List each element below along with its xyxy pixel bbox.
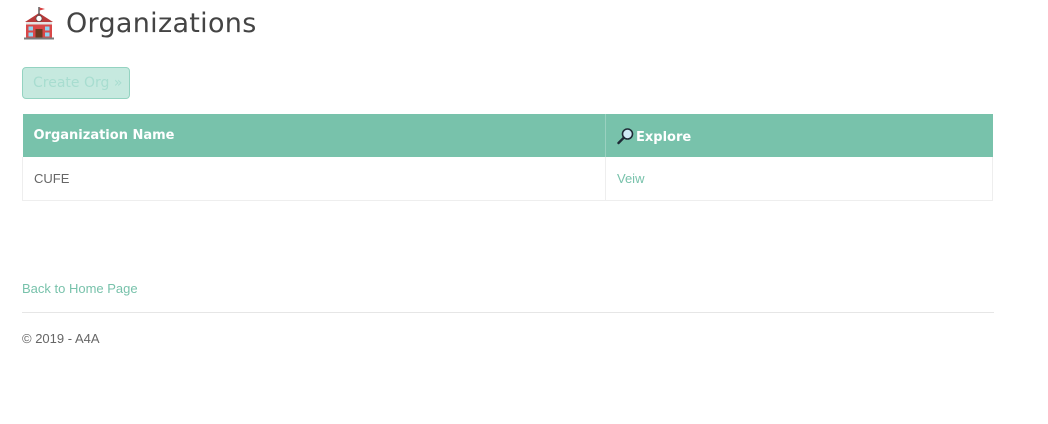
back-to-home-link[interactable]: Back to Home Page [22,281,138,296]
footer-copyright: © 2019 - A4A [22,331,100,346]
table-header-row: Organization Name Explore [22,114,993,157]
organizations-table: Organization Name Explore CUFE Veiw [22,114,993,201]
explore-cell: Veiw [605,157,993,201]
view-organization-link[interactable]: Veiw [617,171,644,186]
create-org-button[interactable]: Create Org » [22,67,130,99]
school-icon [24,7,54,40]
page-header: Organizations [22,4,257,42]
page-title: Organizations [66,7,257,39]
column-header-organization-name: Organization Name [22,114,606,157]
column-header-explore: Explore [605,114,993,157]
organization-name-cell: CUFE [22,157,606,201]
footer-divider [22,312,994,313]
magnifying-glass-icon [617,127,634,144]
table-row: CUFE Veiw [22,157,993,201]
column-header-explore-label: Explore [636,129,692,145]
